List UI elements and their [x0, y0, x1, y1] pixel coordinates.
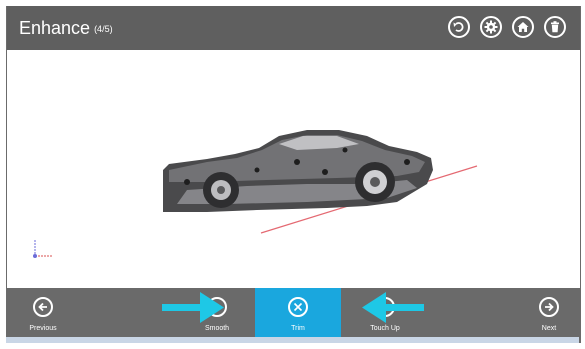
undo-button[interactable] — [448, 16, 470, 38]
gear-icon — [484, 20, 498, 34]
home-button[interactable] — [512, 16, 534, 38]
next-label: Next — [541, 325, 557, 332]
arrow-right-icon — [539, 297, 559, 317]
3d-viewport[interactable] — [7, 50, 580, 288]
arrow-left-icon — [33, 297, 53, 317]
annotation-arrow-right-icon — [162, 292, 224, 323]
app-window: Enhance (4/5) Previous Smooth Trim Touch… — [6, 6, 581, 343]
page-title-text: Enhance — [19, 18, 91, 38]
next-button[interactable]: Next — [527, 288, 571, 343]
delete-button[interactable] — [544, 16, 566, 38]
axis-gizmo — [33, 240, 53, 258]
trim-label: Trim — [291, 325, 305, 332]
page-title: Enhance (4/5) — [19, 17, 113, 40]
undo-icon — [453, 22, 464, 32]
annotation-arrow-left-icon — [362, 292, 424, 323]
home-icon — [517, 22, 529, 32]
scan-scene[interactable] — [7, 50, 580, 288]
step-indicator: (4/5) — [94, 24, 113, 35]
previous-button[interactable]: Previous — [21, 288, 65, 343]
trim-button[interactable]: Trim — [255, 288, 341, 343]
trim-icon — [288, 297, 308, 317]
previous-label: Previous — [29, 325, 57, 332]
header-bar: Enhance (4/5) — [7, 6, 580, 50]
trash-icon — [551, 21, 559, 33]
car-scan-model[interactable] — [163, 130, 433, 212]
bottom-toolbar: Previous Smooth Trim Touch Up Next — [7, 288, 580, 343]
taskbar-strip — [6, 337, 579, 343]
settings-button[interactable] — [480, 16, 502, 38]
